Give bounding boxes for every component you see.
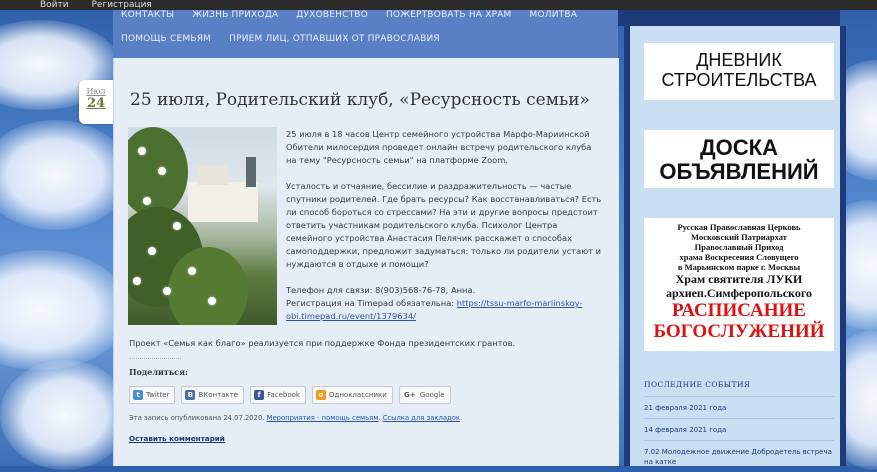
church-name: Храм святителя ЛУКИ	[675, 272, 803, 286]
church-line: Православный Приход	[694, 242, 784, 252]
event-item[interactable]: 21 февраля 2021 года	[644, 396, 834, 418]
share-label: Поделиться:	[129, 367, 189, 377]
nav-item-donate[interactable]: ПОЖЕРТВОВАТЬ НА ХРАМ	[386, 10, 512, 20]
post-date-month: Июл	[86, 87, 106, 96]
odnoklassniki-icon: o	[316, 390, 326, 400]
registration-label: Регистрация на Timepad обязательна:	[286, 298, 457, 308]
post-meta: Эта запись опубликована 24.07.2020. Меро…	[129, 414, 462, 422]
church-name: архиеп.Симферопольского	[666, 286, 812, 300]
share-buttons: t Twitter В ВКонтакте f Facebook o Однок…	[129, 386, 451, 404]
post-meta-published: Эта запись опубликована 24.07.2020.	[129, 414, 267, 422]
post-registration: Регистрация на Timepad обязательна: http…	[286, 297, 604, 323]
recent-events-title: ПОСЛЕДНИЕ СОБЫТИЯ	[644, 380, 751, 389]
nav-item-prayer[interactable]: МОЛИТВА	[530, 10, 578, 20]
nav-item-parish-life[interactable]: ЖИЗНЬ ПРИХОДА	[192, 10, 278, 20]
post-photo	[128, 127, 277, 325]
nav-item-family-help[interactable]: ПОМОЩЬ СЕМЬЯМ	[121, 34, 211, 44]
leave-comment-link[interactable]: Оставить комментарий	[129, 434, 225, 443]
banner-board-line: ДОСКА	[700, 135, 778, 160]
event-item[interactable]: 14 февраля 2021 года	[644, 418, 834, 440]
post-contacts: Телефон для связи: 8(903)568-76-78, Анна…	[286, 284, 604, 323]
share-button-label: Twitter	[146, 391, 170, 399]
church-line: храма Воскресения Словущего	[679, 252, 799, 262]
main-navigation: КОНТАКТЫ ЖИЗНЬ ПРИХОДА ДУХОВЕНСТВО ПОЖЕР…	[113, 10, 618, 58]
share-button-twitter[interactable]: t Twitter	[129, 386, 176, 404]
banner-notice-board[interactable]: ДОСКА ОБЪЯВЛЕНИЙ	[644, 130, 834, 188]
post-date-badge[interactable]: Июл 24	[79, 80, 113, 124]
share-button-google[interactable]: G+ Google	[398, 386, 451, 404]
sidebar: ДНЕВНИК СТРОИТЕЛЬСТВА ДОСКА ОБЪЯВЛЕНИЙ Р…	[624, 26, 846, 466]
login-link[interactable]: Войти	[40, 0, 69, 10]
nav-row-secondary: ПОМОЩЬ СЕМЬЯМ ПРИЕМ ЛИЦ, ОТПАВШИХ ОТ ПРА…	[113, 24, 618, 54]
post-paragraph-intro: 25 июля в 18 часов Центр семейного устро…	[286, 129, 592, 165]
share-button-facebook[interactable]: f Facebook	[250, 386, 306, 404]
google-icon: G+	[402, 390, 417, 400]
share-button-odnoklassniki[interactable]: o Одноклассники	[312, 386, 393, 404]
nav-item-contacts[interactable]: КОНТАКТЫ	[121, 10, 174, 20]
banner-diary-line: ДНЕВНИК	[696, 50, 782, 70]
post-category-link[interactable]: Мероприятия - помощь семьям	[267, 414, 379, 422]
post-title[interactable]: 25 июля, Родительский клуб, «Ресурсность…	[130, 90, 610, 110]
post-date-day: 24	[86, 96, 106, 111]
banner-board-line: ОБЪЯВЛЕНИЙ	[659, 159, 819, 184]
post-meta-end: .	[459, 414, 463, 422]
church-line: Московский Патриархат	[691, 232, 787, 242]
post-bookmark-link[interactable]: Ссылка для закладок	[383, 414, 460, 422]
church-line: Русская Православная Церковь	[677, 222, 801, 232]
sidebar-top-strip	[618, 10, 840, 26]
nav-item-clergy[interactable]: ДУХОВЕНСТВО	[296, 10, 368, 20]
share-button-label: ВКонтакте	[198, 391, 239, 399]
vk-icon: В	[185, 390, 196, 400]
banner-service-schedule[interactable]: Русская Православная Церковь Московский …	[644, 218, 834, 351]
share-divider	[129, 358, 181, 359]
nav-row-primary: КОНТАКТЫ ЖИЗНЬ ПРИХОДА ДУХОВЕНСТВО ПОЖЕР…	[113, 6, 618, 24]
post-project-note: Проект «Семья как благо» реализуется при…	[129, 338, 516, 348]
share-button-vk[interactable]: В ВКонтакте	[181, 386, 245, 404]
share-button-label: Одноклассники	[329, 391, 387, 399]
banner-construction-diary[interactable]: ДНЕВНИК СТРОИТЕЛЬСТВА	[644, 43, 834, 100]
share-button-label: Google	[419, 391, 445, 399]
nav-item-reception[interactable]: ПРИЕМ ЛИЦ, ОТПАВШИХ ОТ ПРАВОСЛАВИЯ	[229, 34, 440, 44]
post-phone: Телефон для связи: 8(903)568-76-78, Анна…	[286, 285, 476, 295]
share-button-label: Facebook	[267, 391, 300, 399]
banner-diary-line: СТРОИТЕЛЬСТВА	[661, 70, 817, 90]
facebook-icon: f	[254, 390, 265, 400]
post-paragraph-main: Усталость и отчаяние, бессилие и раздраж…	[286, 181, 602, 269]
schedule-title: БОГОСЛУЖЕНИЙ	[653, 321, 825, 342]
recent-events-list: 21 февраля 2021 года 14 февраля 2021 год…	[644, 396, 834, 472]
church-line: в Марьинском парке г. Москвы	[677, 262, 801, 272]
schedule-title: РАСПИСАНИЕ	[672, 300, 806, 321]
twitter-icon: t	[133, 390, 143, 400]
event-item[interactable]: 7.02 Молодежное движение Добродетель вст…	[644, 440, 834, 472]
